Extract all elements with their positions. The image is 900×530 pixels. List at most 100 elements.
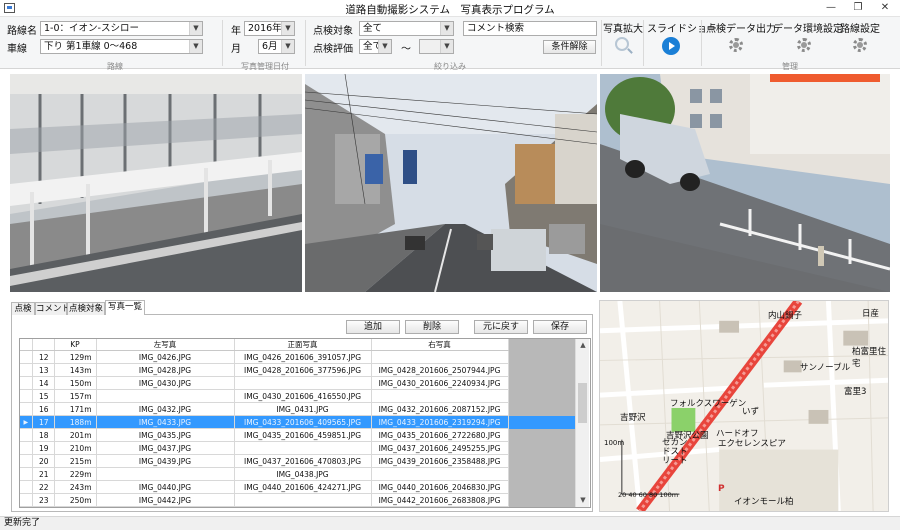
- left-photo-cell[interactable]: [96, 389, 235, 403]
- row-indicator[interactable]: ▶: [20, 415, 33, 429]
- tab-photo-list[interactable]: 写真一覧: [105, 300, 145, 315]
- column-header-front-photo[interactable]: 正面写真: [234, 339, 372, 351]
- kp-cell[interactable]: 215m: [54, 454, 97, 468]
- delete-button[interactable]: 削除: [405, 320, 459, 334]
- row-number[interactable]: 23: [32, 493, 55, 507]
- kp-cell[interactable]: 188m: [54, 415, 97, 429]
- left-photo-cell[interactable]: IMG_0437.JPG: [96, 441, 235, 455]
- row-number[interactable]: 18: [32, 428, 55, 442]
- month-select[interactable]: 6月 ▼: [258, 39, 295, 54]
- grid-scrollbar[interactable]: ▲ ▼: [575, 339, 589, 507]
- row-indicator[interactable]: [20, 441, 33, 455]
- table-row[interactable]: 15 157m IMG_0430_201606_416550.JPG: [20, 389, 577, 403]
- row-indicator[interactable]: [20, 454, 33, 468]
- right-photo-cell[interactable]: IMG_0432_201606_2087152.JPG: [371, 402, 509, 416]
- kp-cell[interactable]: 250m: [54, 493, 97, 507]
- lane-select[interactable]: 下り 第1車線 0～468 ▼: [40, 39, 203, 54]
- clear-filter-button[interactable]: 条件解除: [543, 40, 596, 54]
- right-camera-photo[interactable]: [600, 74, 890, 292]
- row-number[interactable]: 20: [32, 454, 55, 468]
- table-row[interactable]: 19 210m IMG_0437.JPG IMG_0437_201606_249525…: [20, 441, 577, 455]
- save-button[interactable]: 保存: [533, 320, 587, 334]
- front-camera-photo[interactable]: [305, 74, 597, 292]
- comment-search-input[interactable]: コメント検索: [463, 21, 597, 36]
- close-button[interactable]: ✕: [872, 0, 898, 16]
- right-photo-cell[interactable]: IMG_0435_201606_2722680.JPG: [371, 428, 509, 442]
- left-photo-cell[interactable]: IMG_0442.JPG: [96, 493, 235, 507]
- front-photo-cell[interactable]: [234, 376, 372, 390]
- left-camera-photo[interactable]: [10, 74, 302, 292]
- inspection-eval-from-select[interactable]: 全て ▼: [359, 39, 392, 54]
- left-photo-cell[interactable]: IMG_0426.JPG: [96, 350, 235, 364]
- left-photo-cell[interactable]: IMG_0433.JPG: [96, 415, 235, 429]
- kp-cell[interactable]: 210m: [54, 441, 97, 455]
- year-select[interactable]: 2016年 ▼: [244, 21, 295, 36]
- row-indicator[interactable]: [20, 402, 33, 416]
- left-photo-cell[interactable]: IMG_0439.JPG: [96, 454, 235, 468]
- scroll-down-icon[interactable]: ▼: [576, 494, 590, 507]
- slideshow-button[interactable]: スライドショー: [647, 20, 717, 55]
- export-data-button[interactable]: 点検データ出力: [706, 20, 776, 52]
- row-number[interactable]: 16: [32, 402, 55, 416]
- table-row[interactable]: 23 250m IMG_0442.JPG IMG_0442_201606_268380…: [20, 493, 577, 507]
- row-indicator[interactable]: [20, 480, 33, 494]
- left-photo-cell[interactable]: IMG_0430.JPG: [96, 376, 235, 390]
- minimize-button[interactable]: —: [818, 0, 844, 16]
- right-photo-cell[interactable]: IMG_0433_201606_2319294.JPG: [371, 415, 509, 429]
- front-photo-cell[interactable]: IMG_0438.JPG: [234, 467, 372, 481]
- row-indicator[interactable]: [20, 428, 33, 442]
- front-photo-cell[interactable]: [234, 493, 372, 507]
- tab-comment[interactable]: コメント: [35, 302, 70, 315]
- left-photo-cell[interactable]: [96, 467, 235, 481]
- kp-cell[interactable]: 243m: [54, 480, 97, 494]
- scroll-up-icon[interactable]: ▲: [576, 339, 590, 352]
- front-photo-cell[interactable]: IMG_0435_201606_459851.JPG: [234, 428, 372, 442]
- row-number[interactable]: 17: [32, 415, 55, 429]
- row-indicator[interactable]: [20, 350, 33, 364]
- row-indicator[interactable]: [20, 467, 33, 481]
- row-number[interactable]: 13: [32, 363, 55, 377]
- table-row[interactable]: 13 143m IMG_0428.JPG IMG_0428_201606_377596…: [20, 363, 577, 377]
- add-button[interactable]: 追加: [346, 320, 400, 334]
- column-header-kp[interactable]: KP: [54, 339, 97, 351]
- right-photo-cell[interactable]: IMG_0442_201606_2683808.JPG: [371, 493, 509, 507]
- row-indicator[interactable]: [20, 493, 33, 507]
- table-row[interactable]: 12 129m IMG_0426.JPG IMG_0426_201606_391057…: [20, 350, 577, 364]
- undo-button[interactable]: 元に戻す: [474, 320, 528, 334]
- kp-cell[interactable]: 201m: [54, 428, 97, 442]
- row-number[interactable]: 14: [32, 376, 55, 390]
- tab-inspection[interactable]: 点検: [11, 302, 35, 315]
- right-photo-cell[interactable]: IMG_0440_201606_2046830.JPG: [371, 480, 509, 494]
- right-photo-cell[interactable]: [371, 389, 509, 403]
- row-indicator[interactable]: [20, 363, 33, 377]
- left-photo-cell[interactable]: IMG_0432.JPG: [96, 402, 235, 416]
- right-photo-cell[interactable]: IMG_0428_201606_2507944.JPG: [371, 363, 509, 377]
- left-photo-cell[interactable]: IMG_0440.JPG: [96, 480, 235, 494]
- scroll-thumb[interactable]: [578, 383, 587, 423]
- restore-button[interactable]: ❐: [845, 0, 871, 16]
- table-row[interactable]: 18 201m IMG_0435.JPG IMG_0435_201606_459851…: [20, 428, 577, 442]
- inspection-eval-to-select[interactable]: ▼: [419, 39, 454, 54]
- row-number[interactable]: 12: [32, 350, 55, 364]
- table-row[interactable]: 21 229m IMG_0438.JPG: [20, 467, 577, 481]
- row-number[interactable]: 22: [32, 480, 55, 494]
- front-photo-cell[interactable]: IMG_0428_201606_377596.JPG: [234, 363, 372, 377]
- front-photo-cell[interactable]: IMG_0440_201606_424271.JPG: [234, 480, 372, 494]
- column-header-right-photo[interactable]: 右写真: [371, 339, 509, 351]
- table-row[interactable]: 22 243m IMG_0440.JPG IMG_0440_201606_424271…: [20, 480, 577, 494]
- route-select[interactable]: 1-0：イオン-スシロー ▼: [40, 21, 203, 36]
- front-photo-cell[interactable]: [234, 441, 372, 455]
- right-photo-cell[interactable]: IMG_0439_201606_2358488.JPG: [371, 454, 509, 468]
- row-indicator[interactable]: [20, 389, 33, 403]
- left-photo-cell[interactable]: IMG_0435.JPG: [96, 428, 235, 442]
- kp-cell[interactable]: 150m: [54, 376, 97, 390]
- column-header-left-photo[interactable]: 左写真: [96, 339, 235, 351]
- kp-cell[interactable]: 171m: [54, 402, 97, 416]
- right-photo-cell[interactable]: [371, 350, 509, 364]
- photo-zoom-button[interactable]: 写真拡大: [603, 20, 643, 51]
- kp-cell[interactable]: 129m: [54, 350, 97, 364]
- kp-cell[interactable]: 143m: [54, 363, 97, 377]
- table-row[interactable]: 16 171m IMG_0432.JPG IMG_0431.JPG IMG_0432_2…: [20, 402, 577, 416]
- table-row[interactable]: ▶ 17 188m IMG_0433.JPG IMG_0433_201606_40956…: [20, 415, 577, 429]
- left-photo-cell[interactable]: IMG_0428.JPG: [96, 363, 235, 377]
